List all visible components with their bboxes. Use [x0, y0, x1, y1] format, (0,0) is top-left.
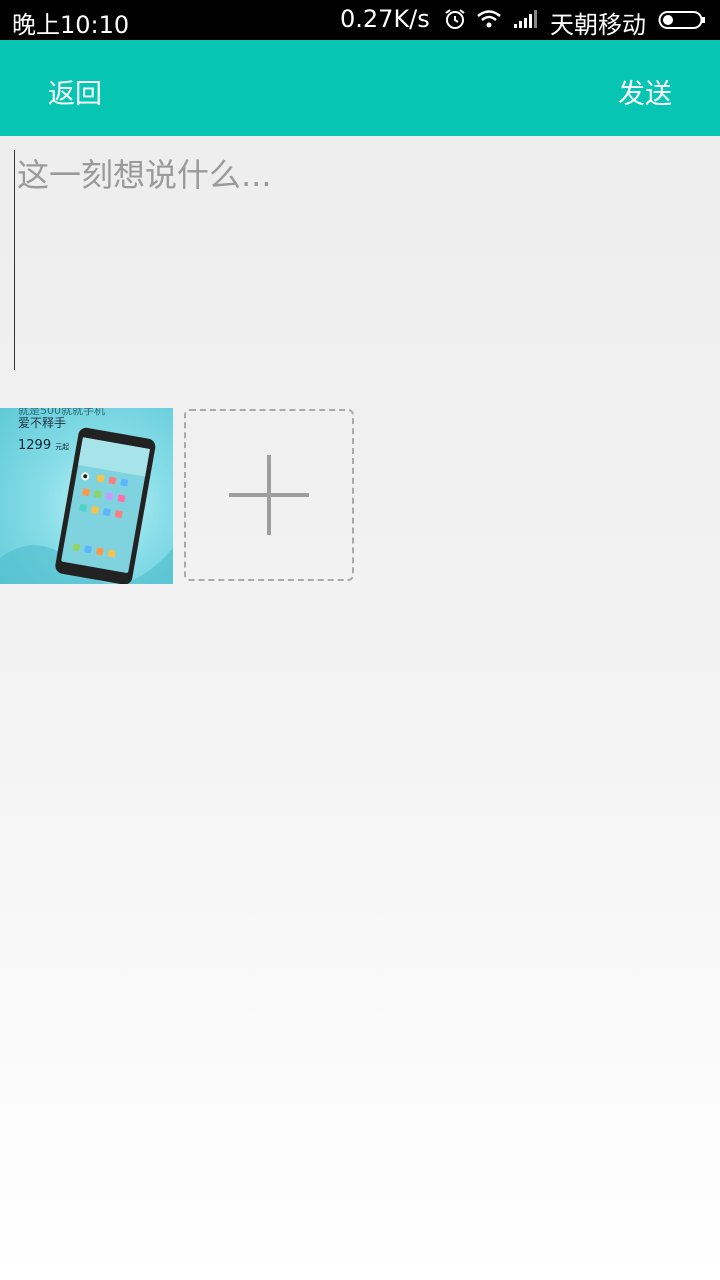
wifi-icon: [477, 10, 501, 28]
add-image-button[interactable]: [184, 409, 354, 581]
status-net-speed: 0.27K/s: [340, 5, 430, 33]
send-button[interactable]: 发送: [618, 72, 672, 111]
attached-image-thumbnail[interactable]: 就是500就就手机 爱不释手 1299 元起: [0, 408, 173, 584]
compose-area: [0, 136, 720, 386]
battery-icon: [658, 11, 705, 29]
plus-icon: [229, 455, 309, 535]
signal-icon: [514, 10, 537, 28]
status-carrier: 天朝移动: [550, 11, 646, 39]
alarm-icon: [445, 9, 465, 29]
back-button[interactable]: 返回: [48, 72, 102, 111]
status-time: 晚上10:10: [12, 11, 130, 39]
compose-text-input[interactable]: [14, 150, 707, 370]
top-toolbar: 返回 发送: [0, 40, 720, 136]
phone-illustration: [0, 427, 173, 584]
status-bar: 晚上10:10 0.27K/s 天朝移动: [0, 0, 720, 40]
